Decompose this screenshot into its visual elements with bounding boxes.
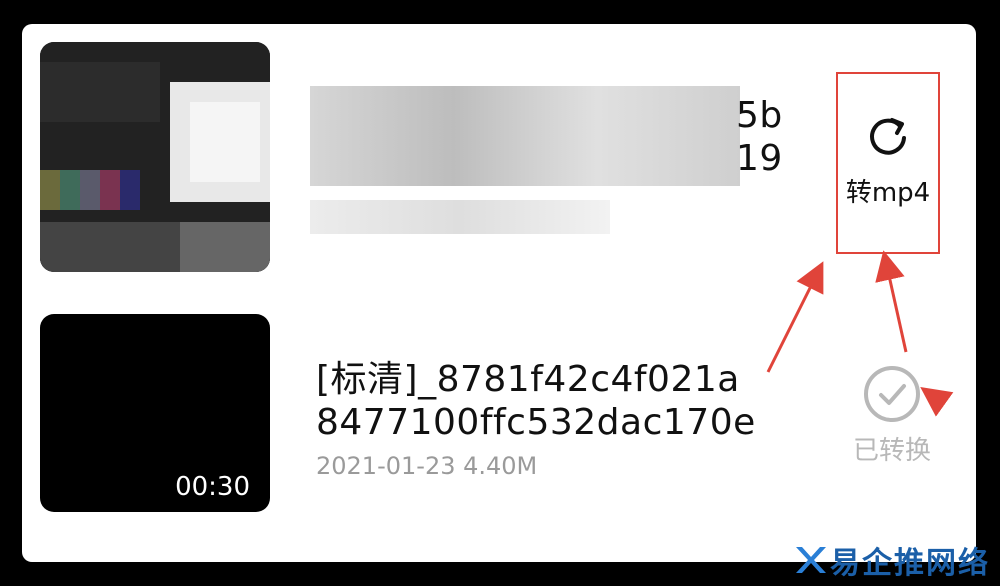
video-list-card: 5b 19 转mp4 00:30 [标清]_8781f42c4f021a 847… [22, 24, 976, 562]
brand-logo-icon [796, 547, 826, 573]
video-title: 5b 19 [736, 94, 783, 180]
converted-status: 已转换 [840, 364, 944, 467]
converted-label: 已转换 [852, 436, 931, 466]
title-line-1: 5b [736, 95, 783, 136]
video-meta: 2021-01-23 4.40M [316, 452, 538, 480]
video-list-item[interactable]: 5b 19 转mp4 [22, 24, 976, 304]
watermark-text: 易企推网络 [830, 546, 990, 581]
video-duration: 00:30 [175, 472, 250, 502]
convert-mp4-label: 转mp4 [845, 178, 931, 208]
video-thumbnail[interactable] [40, 42, 270, 272]
title-line-2: 8477100ffc532dac170e [316, 402, 756, 443]
refresh-icon [870, 118, 906, 155]
convert-mp4-button[interactable]: 转mp4 [836, 72, 940, 254]
blurred-meta [310, 200, 610, 234]
video-title: [标清]_8781f42c4f021a 8477100ffc532dac170e [316, 358, 756, 444]
video-list-item[interactable]: 00:30 [标清]_8781f42c4f021a 8477100ffc532d… [22, 314, 976, 554]
video-thumbnail[interactable]: 00:30 [40, 314, 270, 512]
title-line-2: 19 [736, 138, 783, 179]
blurred-title [310, 86, 740, 186]
watermark: 易企推网络 [792, 538, 990, 582]
title-line-1: [标清]_8781f42c4f021a [316, 359, 740, 400]
check-circle-icon [864, 366, 920, 422]
